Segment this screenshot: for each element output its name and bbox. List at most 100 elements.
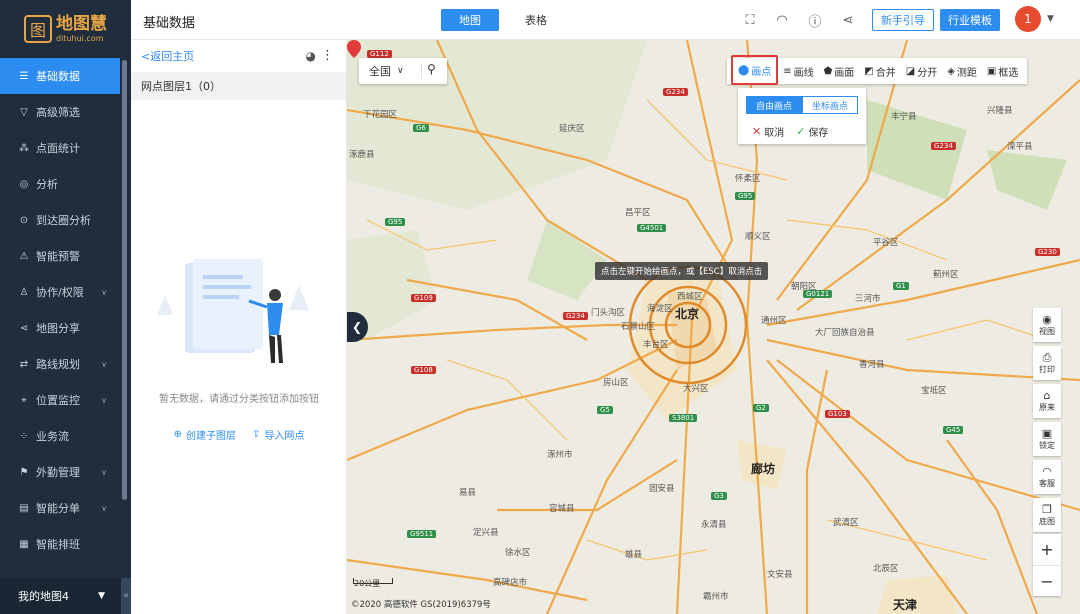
map-tool-label: 原来 [1039, 402, 1055, 412]
sidebar-item-label: 地图分享 [36, 322, 80, 335]
ruler-icon: ◈ [947, 65, 955, 77]
tool-line[interactable]: ≡ 画线 [778, 58, 818, 84]
eye-icon: ◉ [1042, 312, 1052, 326]
road-shield: G3 [711, 492, 727, 500]
map-label: 固安县 [649, 484, 675, 494]
map-label: 定兴县 [473, 528, 499, 538]
stats-icon: ⁂ [19, 142, 29, 154]
tool-merge[interactable]: ◩ 合并 [859, 58, 900, 84]
map-label: 北辰区 [873, 564, 899, 574]
coordinate-point-mode-tab[interactable]: 坐标画点 [802, 96, 858, 114]
tool-pin[interactable]: ⬤ 画点 [731, 55, 779, 85]
caret-down-icon[interactable]: ▼ [1047, 14, 1054, 24]
sidebar-item[interactable]: ⌖ 位置监控 ∨ [0, 382, 131, 418]
map-label: 高碑店市 [493, 578, 528, 588]
road-shield: G95 [385, 218, 406, 226]
more-icon[interactable]: ⋮ [321, 48, 334, 63]
lock-icon: ▣ [1041, 426, 1053, 440]
tool-box-select[interactable]: ▣ 框选 [982, 58, 1023, 84]
chevron-down-icon: ∨ [101, 359, 107, 369]
map-label: 海淀区 [647, 304, 673, 314]
printer-icon: ⎙ [1042, 350, 1052, 364]
map-label: 三河市 [855, 294, 881, 304]
sidebar-item[interactable]: ♙ 协作/权限 ∨ [0, 274, 131, 310]
lock-button[interactable]: ▣ 锁定 [1033, 422, 1061, 456]
sidebar-item[interactable]: ▦ 智能排班 [0, 526, 131, 562]
sidebar-item[interactable]: ⁂ 点面统计 [0, 130, 131, 166]
divider [421, 63, 422, 79]
tool-ruler[interactable]: ◈ 测距 [942, 58, 982, 84]
sidebar-scrollbar[interactable] [122, 60, 127, 500]
back-home-link[interactable]: <返回主页 [141, 48, 194, 64]
zoom-out-button[interactable]: − [1033, 565, 1061, 596]
location-icon: ⌖ [21, 394, 27, 406]
eye-button[interactable]: ◉ 视图 [1033, 308, 1061, 342]
region-select[interactable]: 全国 ∨ ⚲ [359, 58, 447, 84]
logo[interactable]: 图 地图慧 dituhui.com [0, 0, 131, 58]
road-shield: S3801 [669, 414, 698, 422]
logo-icon: 图 [24, 15, 52, 43]
sidebar-item-label: 智能排班 [36, 538, 80, 551]
sidebar-item-label: 位置监控 [36, 394, 80, 407]
guide-button[interactable]: 新手引导 [872, 9, 934, 31]
sidebar-item[interactable]: ▽ 高级筛选 [0, 94, 131, 130]
chevron-down-icon: ∨ [397, 66, 404, 76]
free-point-mode-tab[interactable]: 自由画点 [746, 96, 802, 114]
sidebar-item[interactable]: ☰ 基础数据 [0, 58, 120, 94]
tab-map[interactable]: 地图 [441, 9, 499, 31]
my-map-selector[interactable]: 我的地图4 ▼ « [0, 578, 131, 614]
map-tool-label: 底图 [1039, 516, 1055, 526]
headset-icon[interactable]: ◠ [773, 11, 791, 29]
printer-button[interactable]: ⎙ 打印 [1033, 346, 1061, 380]
map-label: 房山区 [603, 378, 629, 388]
map-marker-icon[interactable] [347, 40, 361, 58]
zoom-in-button[interactable]: + [1033, 534, 1061, 565]
create-sublayer-button[interactable]: ⊕ 创建子图层 [174, 427, 236, 442]
import-points-button[interactable]: ⇪ 导入网点 [252, 427, 304, 442]
map-label: 易县 [459, 488, 477, 498]
sidebar-item[interactable]: ⁘ 业务流 [0, 418, 131, 454]
line-icon: ≡ [783, 65, 792, 77]
layers-icon: ❐ [1042, 502, 1052, 516]
avatar[interactable]: 1 [1015, 6, 1041, 32]
scale-bar: 20公里 [353, 578, 393, 588]
headset-button[interactable]: ◠ 客服 [1033, 460, 1061, 494]
map-label: 涿州市 [547, 450, 573, 460]
collapse-sidebar-icon[interactable]: « [121, 578, 131, 614]
tab-table[interactable]: 表格 [507, 9, 565, 31]
sidebar-item[interactable]: ⊙ 到达圈分析 [0, 202, 131, 238]
sidebar-item[interactable]: ▤ 智能分单 ∨ [0, 490, 131, 526]
save-button[interactable]: ✓ 保存 [796, 124, 828, 139]
template-button[interactable]: 行业模板 [940, 9, 1000, 31]
logo-domain: dituhui.com [56, 33, 104, 43]
cancel-button[interactable]: ✕ 取消 [752, 124, 784, 139]
fullscreen-icon[interactable]: ⛶ [741, 11, 759, 29]
map-label: 怀柔区 [735, 174, 761, 184]
sidebar-item-label: 协作/权限 [36, 286, 84, 299]
palette-icon[interactable]: ◕ [306, 49, 316, 63]
road-shield: G112 [367, 50, 392, 58]
sidebar-item[interactable]: ⚑ 外勤管理 ∨ [0, 454, 131, 490]
layers-button[interactable]: ❐ 底图 [1033, 498, 1061, 532]
sidebar-item-label: 智能预警 [36, 250, 80, 263]
search-icon[interactable]: ⚲ [427, 62, 436, 76]
map-label: 文安县 [767, 570, 793, 580]
sidebar-item[interactable]: ⚠ 智能预警 [0, 238, 131, 274]
sidebar-item[interactable]: ⇄ 路线规划 ∨ [0, 346, 131, 382]
sidebar-item[interactable]: ◎ 分析 [0, 166, 131, 202]
tool-polygon[interactable]: ⬟ 画面 [819, 58, 860, 84]
help-icon[interactable]: ⓘ [806, 11, 824, 30]
home-button[interactable]: ⌂ 原来 [1033, 384, 1061, 418]
layer-item[interactable]: 网点图层1（0） [131, 72, 346, 100]
tool-split[interactable]: ◪ 分开 [901, 58, 942, 84]
map-label: 丰台区 [643, 340, 669, 350]
view-tabs: 地图 表格 [441, 9, 565, 31]
share-icon[interactable]: ⋖ [839, 11, 857, 29]
map-label: 宝坻区 [921, 386, 947, 396]
map-label: 昌平区 [625, 208, 651, 218]
map-canvas[interactable]: 北京 廊坊 天津 延庆区 怀柔区 昌平区 顺义区 平谷区 门头沟区 石景山区 海… [347, 40, 1080, 614]
sidebar-item[interactable]: ⋖ 地图分享 [0, 310, 131, 346]
logo-name: 地图慧 [56, 13, 107, 34]
map-label: 永清县 [701, 520, 727, 530]
draw-toolbar: ⬤ 画点 ≡ 画线 ⬟ 画面 ◩ 合并 ◪ 分开 ◈ 测距 ▣ 框选 [727, 55, 1028, 85]
